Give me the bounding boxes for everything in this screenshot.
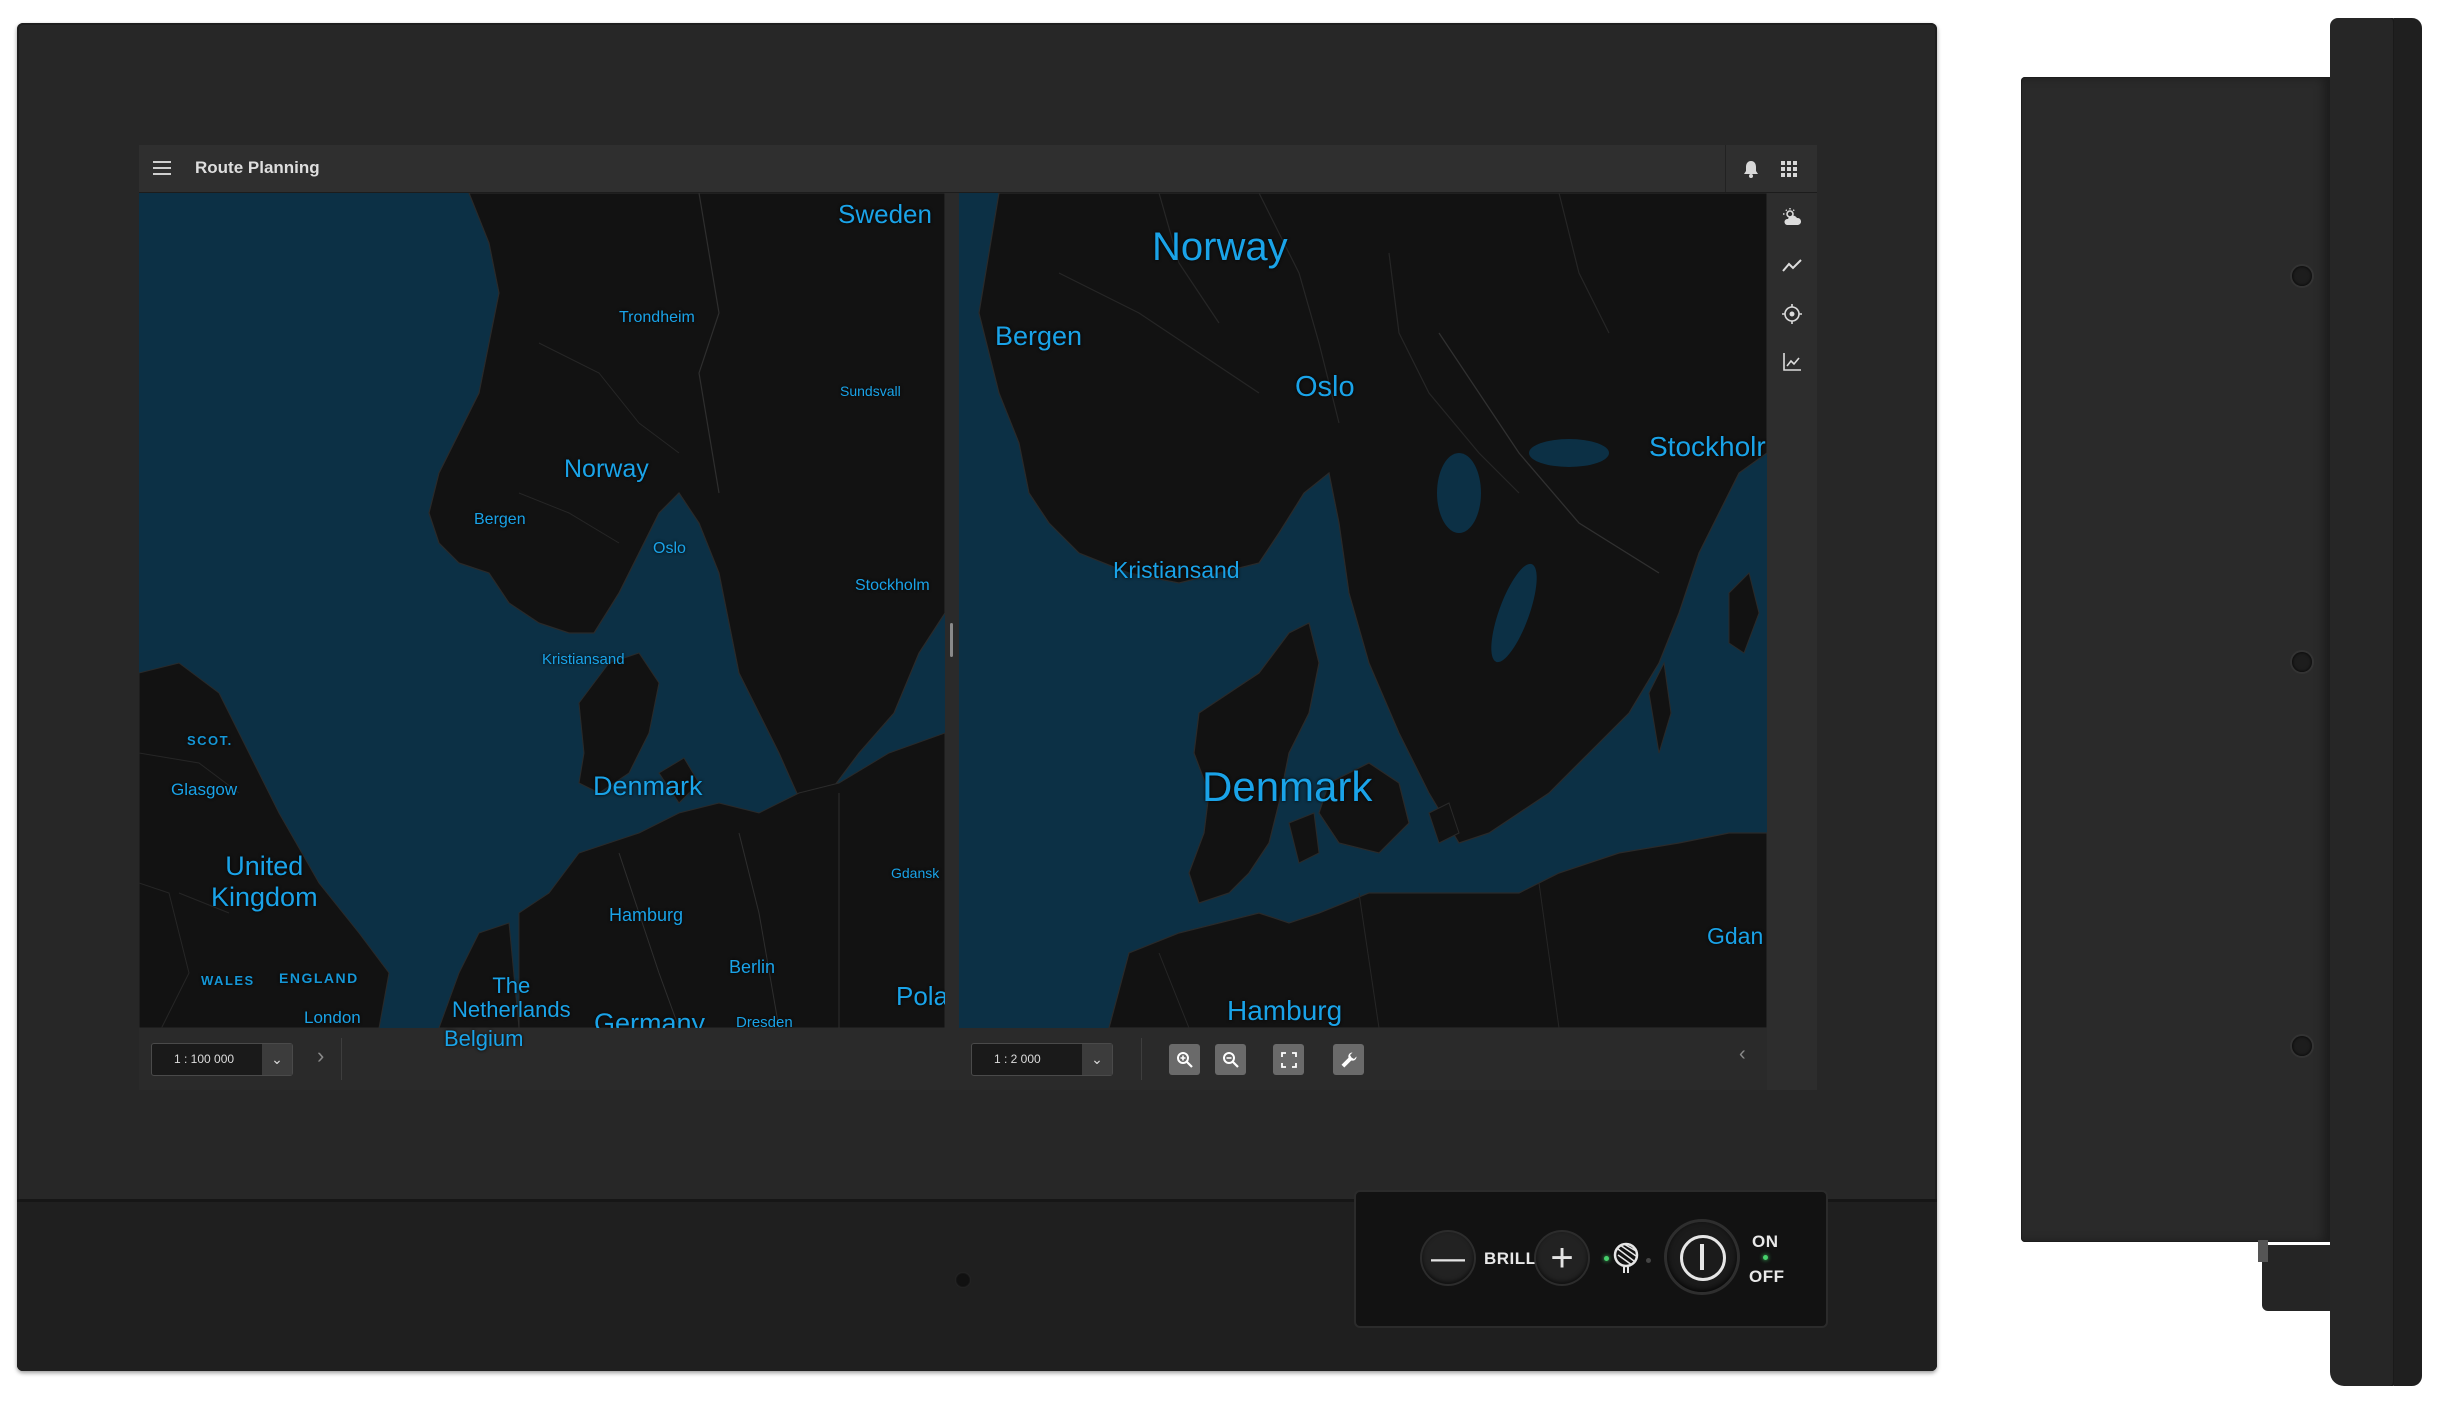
- fit-screen-button[interactable]: [1273, 1044, 1304, 1075]
- map-label-england: ENGLAND: [279, 970, 359, 986]
- scale-select-right[interactable]: 1 : 2 000 ⌄: [971, 1043, 1113, 1076]
- indicator-dot: [1646, 1258, 1651, 1263]
- bell-icon[interactable]: [1743, 160, 1759, 178]
- map-canvas-right[interactable]: [959, 193, 1767, 1028]
- map-label-denmark-right: Denmark: [1202, 763, 1373, 810]
- map-label-london: London: [304, 1008, 361, 1027]
- right-tool-rail: [1767, 193, 1817, 1090]
- tools-button[interactable]: [1333, 1044, 1364, 1075]
- monitor-side-step: [2262, 1245, 2332, 1311]
- map-label-stockholm: Stockholm: [855, 577, 930, 594]
- app-header: Route Planning: [139, 145, 1817, 193]
- display-screen: Route Planning Sweden Trondheim Sundsval…: [139, 145, 1817, 1090]
- map-label-hamburg-right: Hamburg: [1227, 995, 1343, 1026]
- map-label-gdansk-right: Gdan: [1707, 923, 1764, 949]
- map-label-belgium: Belgium: [444, 1026, 524, 1051]
- power-button[interactable]: [1667, 1222, 1737, 1292]
- scale-value: 1 : 2 000: [994, 1052, 1041, 1066]
- map-label-oslo: Oslo: [653, 540, 686, 557]
- fit-screen-icon: [1280, 1051, 1297, 1068]
- monitor-side-bezel: [2330, 18, 2396, 1386]
- map-label-norway-right: Norway: [1152, 225, 1288, 269]
- map-toolbar-right: 1 : 2 000 ⌄ ‹: [959, 1028, 1767, 1090]
- on-label: ON: [1752, 1232, 1779, 1251]
- scale-value: 1 : 100 000: [174, 1052, 235, 1066]
- brightness-label: BRILL: [1484, 1249, 1537, 1268]
- off-label: OFF: [1749, 1267, 1785, 1286]
- map-label-bergen-right: Bergen: [995, 321, 1083, 351]
- grid-apps-icon[interactable]: [1781, 161, 1797, 177]
- map-label-bergen: Bergen: [474, 511, 526, 528]
- map-label-denmark: Denmark: [593, 771, 703, 801]
- map-label-stockholm-right: Stockholr: [1649, 431, 1766, 462]
- pane-splitter[interactable]: [945, 193, 959, 1090]
- zoom-in-button[interactable]: [1169, 1044, 1200, 1075]
- zoom-out-button[interactable]: [1215, 1044, 1246, 1075]
- map-label-sundsvall: Sundsvall: [840, 383, 901, 399]
- hardware-control-panel: — BRILL + ON OFF: [1354, 1190, 1828, 1328]
- map-label-wales: WALES: [201, 973, 255, 988]
- map-label-hamburg: Hamburg: [609, 905, 684, 925]
- status-led: [1604, 1256, 1609, 1261]
- brightness-up-button[interactable]: +: [1536, 1232, 1588, 1284]
- map-label-the-netherlands: The Netherlands: [452, 973, 571, 1023]
- brightness-down-button[interactable]: —: [1422, 1232, 1474, 1284]
- map-label-scot: SCOT.: [187, 733, 233, 748]
- map-label-glasgow: Glasgow: [171, 780, 238, 799]
- map-label-trondheim: Trondheim: [619, 309, 695, 326]
- chevron-left-icon[interactable]: ‹: [1739, 1043, 1746, 1066]
- map-label-kristiansand: Kristiansand: [542, 651, 625, 668]
- map-label-kristiansand-right: Kristiansand: [1113, 557, 1240, 583]
- trend-line-icon[interactable]: [1781, 255, 1803, 277]
- map-label-oslo-right: Oslo: [1295, 371, 1355, 403]
- map-label-pola: Pola: [896, 981, 945, 1011]
- ambient-light-sensor: [955, 1272, 971, 1288]
- chevron-down-icon: ⌄: [1082, 1044, 1112, 1075]
- hamburger-menu-icon[interactable]: [153, 161, 171, 175]
- map-label-gdansk: Gdansk: [891, 865, 940, 881]
- target-icon[interactable]: [1781, 303, 1803, 325]
- zoom-in-icon: [1176, 1051, 1193, 1068]
- monitor-side-housing: [2021, 77, 2330, 1242]
- map-toolbar-left: 1 : 100 000 ⌄ › Belgium: [139, 1026, 945, 1090]
- chart-icon[interactable]: [1781, 351, 1803, 373]
- map-pane-left[interactable]: Sweden Trondheim Sundsvall Norway Bergen…: [139, 193, 945, 1090]
- zoom-out-icon: [1222, 1051, 1239, 1068]
- map-label-sweden: Sweden: [838, 199, 932, 229]
- map-label-berlin: Berlin: [729, 957, 776, 977]
- map-label-united-kingdom: United Kingdom: [211, 851, 318, 913]
- map-pane-right[interactable]: Norway Bergen Oslo Stockholr Kristiansan…: [959, 193, 1767, 1090]
- side-connector: [2258, 1240, 2268, 1262]
- page-title: Route Planning: [195, 158, 320, 177]
- splitter-handle[interactable]: [950, 623, 953, 657]
- chevron-down-icon: ⌄: [262, 1044, 292, 1075]
- screw-icon: [2292, 266, 2312, 286]
- screw-icon: [2292, 1036, 2312, 1056]
- scale-select-left[interactable]: 1 : 100 000 ⌄: [151, 1043, 293, 1076]
- power-led: [1763, 1255, 1768, 1260]
- wrench-icon: [1341, 1051, 1357, 1067]
- light-sensor-icon: [1613, 1242, 1639, 1273]
- screw-icon: [2292, 652, 2312, 672]
- chevron-right-icon[interactable]: ›: [317, 1043, 324, 1069]
- weather-icon[interactable]: [1781, 207, 1803, 229]
- plus-icon: +: [1550, 1236, 1574, 1280]
- minus-icon: —: [1431, 1239, 1465, 1277]
- map-label-norway: Norway: [564, 455, 649, 483]
- monitor-side-bezel-lip: [2394, 18, 2422, 1386]
